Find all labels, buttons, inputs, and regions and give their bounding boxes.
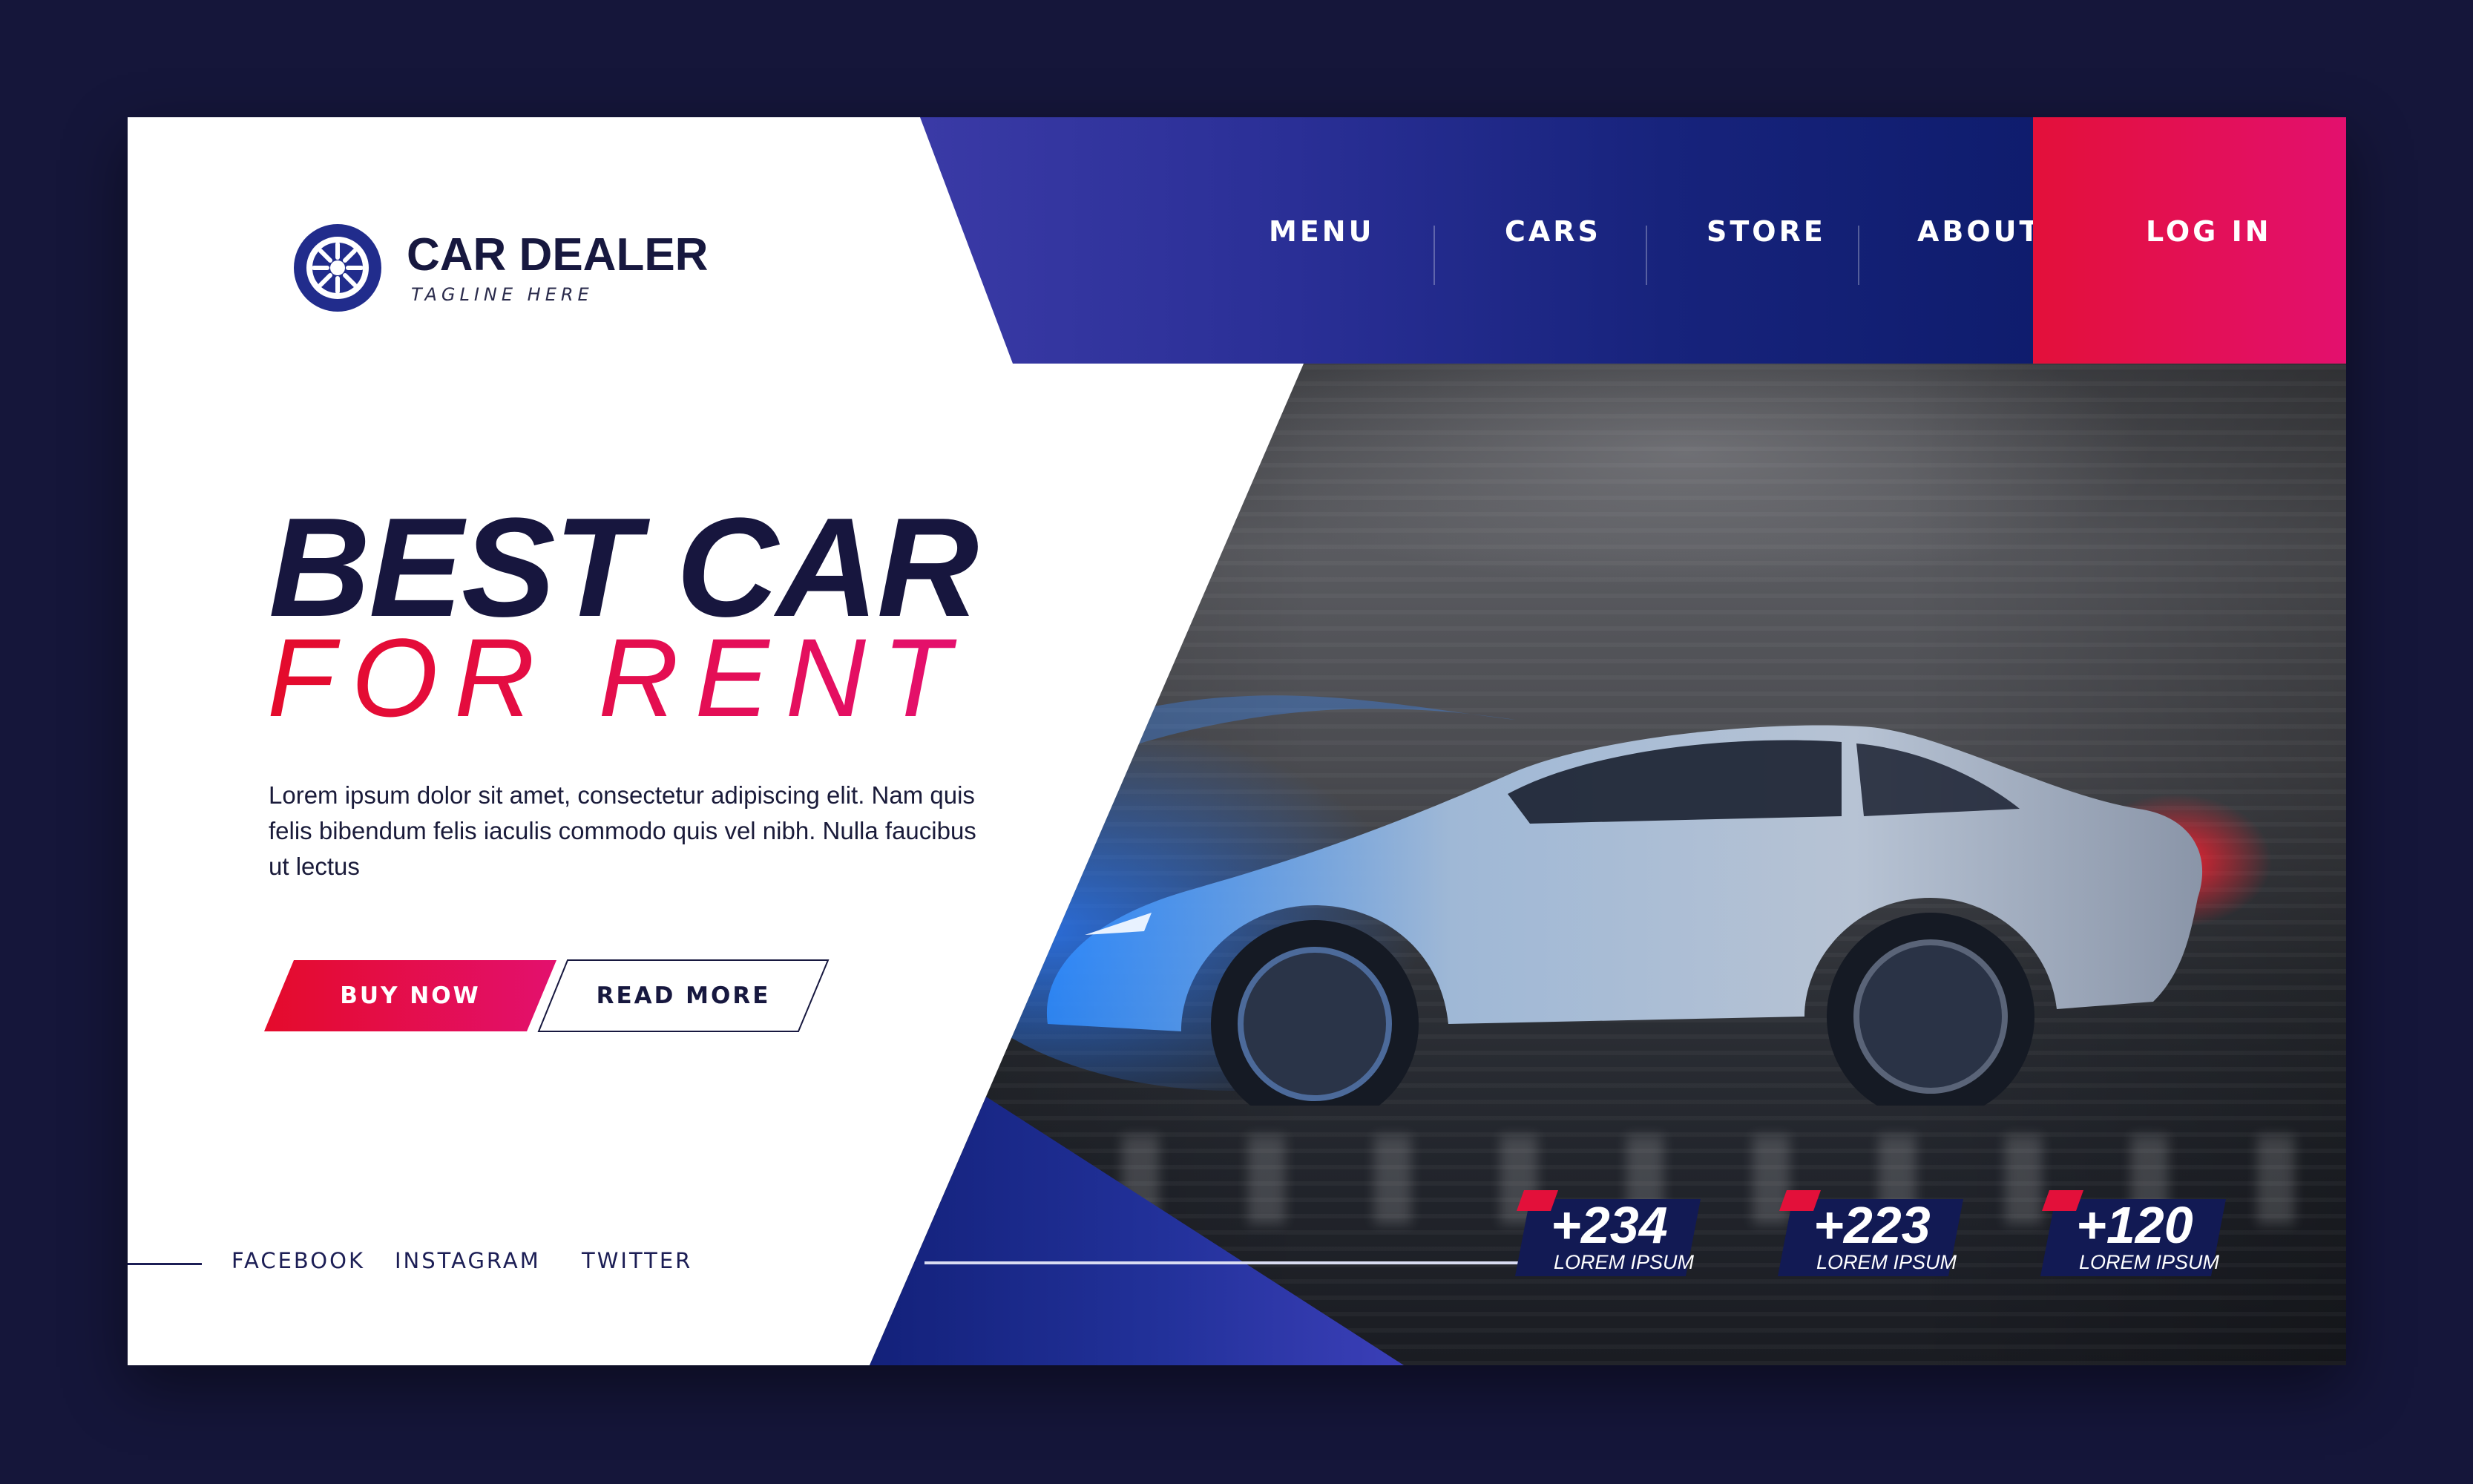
login-button[interactable]: LOG IN	[2033, 117, 2346, 364]
divider-line	[924, 1261, 1518, 1264]
hero-description: Lorem ipsum dolor sit amet, consectetur …	[269, 781, 976, 880]
stat-value: +120	[2076, 1196, 2193, 1254]
stat-label: LOREM IPSUM	[1554, 1251, 1695, 1273]
landing-page-card: MENU CARS STORE ABOUT US LOG IN CAR DEAL…	[128, 117, 2346, 1365]
sports-car-illustration	[996, 695, 2272, 1106]
brand-name[interactable]: CAR DEALER	[407, 229, 708, 281]
top-navigation: MENU CARS STORE ABOUT US	[920, 117, 2161, 364]
social-link-instagram[interactable]: INSTAGRAM	[395, 1248, 541, 1273]
hero-subtitle: FOR RENT	[267, 615, 967, 740]
stat-label: LOREM IPSUM	[1816, 1251, 1957, 1273]
nav-item-menu[interactable]: MENU	[1269, 215, 1374, 248]
nav-divider	[1433, 226, 1435, 285]
read-more-button[interactable]: READ MORE	[537, 959, 830, 1033]
stat-value: +234	[1551, 1196, 1668, 1254]
nav-item-cars[interactable]: CARS	[1505, 215, 1601, 248]
read-more-label: READ MORE	[596, 982, 771, 1009]
stat-value: +223	[1813, 1196, 1931, 1254]
buy-now-button[interactable]: BUY NOW	[264, 960, 556, 1031]
stat-badge: +234 LOREM IPSUM	[1515, 1190, 1738, 1278]
nav-item-store[interactable]: STORE	[1707, 215, 1826, 248]
stat-badge: +120 LOREM IPSUM	[2040, 1190, 2263, 1278]
login-label: LOG IN	[2146, 215, 2272, 248]
stat-badge: +223 LOREM IPSUM	[1778, 1190, 2000, 1278]
buy-now-label: BUY NOW	[340, 982, 481, 1009]
divider-line	[128, 1263, 202, 1265]
social-link-facebook[interactable]: FACEBOOK	[231, 1248, 365, 1273]
social-link-twitter[interactable]: TWITTER	[582, 1248, 692, 1273]
nav-divider	[1858, 226, 1859, 285]
wheel-icon[interactable]	[294, 224, 381, 312]
stat-label: LOREM IPSUM	[2079, 1251, 2220, 1273]
brand-tagline: TAGLINE HERE	[411, 284, 594, 305]
nav-divider	[1646, 226, 1647, 285]
